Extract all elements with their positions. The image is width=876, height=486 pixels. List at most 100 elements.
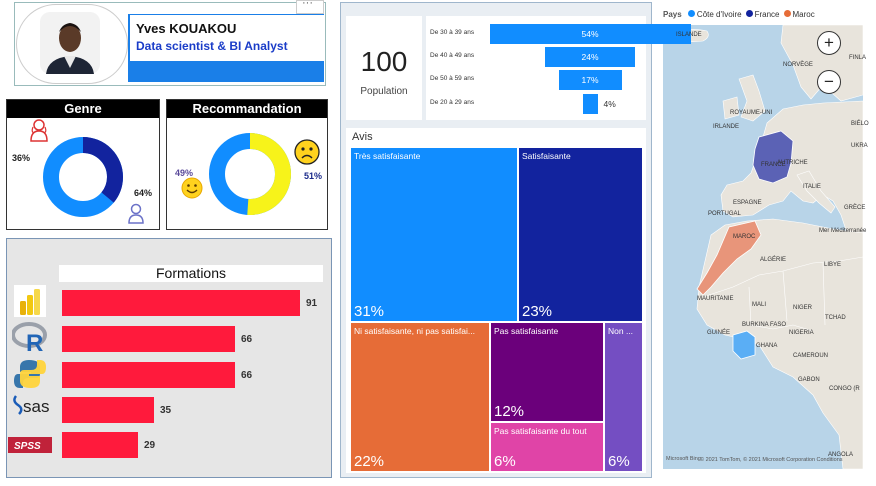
sas-icon: sas bbox=[12, 392, 64, 426]
age-pct-label: 4% bbox=[603, 99, 616, 109]
r-icon: R bbox=[11, 321, 48, 357]
age-bar: 54% bbox=[489, 24, 691, 44]
formation-value-label: 66 bbox=[241, 370, 253, 381]
treemap-cell[interactable]: Non ... 6% bbox=[605, 323, 642, 471]
treemap-label: Pas satisfaisante du tout bbox=[494, 426, 587, 436]
zoom-in-button[interactable]: + bbox=[817, 31, 841, 55]
map-country-label: GUINÉE bbox=[707, 330, 731, 336]
map-country-label: Mer Méditerranée bbox=[819, 228, 867, 234]
legend-dot-icon bbox=[745, 10, 753, 17]
map-country-label: UKRA bbox=[851, 143, 868, 149]
map-legend-item[interactable]: Maroc bbox=[783, 10, 815, 19]
smiley-happy-icon bbox=[181, 177, 203, 199]
powerbi-icon bbox=[12, 285, 48, 319]
map-country-label: FINLA bbox=[849, 55, 867, 61]
male-user-icon bbox=[128, 203, 144, 224]
map-country-label: MAURITANIE bbox=[697, 296, 734, 302]
zoom-out-button[interactable]: − bbox=[817, 70, 841, 94]
map-country-label: IRLANDE bbox=[713, 124, 740, 130]
profile-name: Yves KOUAKOU bbox=[136, 21, 237, 36]
treemap-pct: 23% bbox=[522, 303, 553, 320]
map-legend-label: France bbox=[754, 10, 780, 19]
population-label: Population bbox=[360, 86, 408, 97]
formation-value-label: 29 bbox=[144, 440, 156, 451]
profile-title: Data scientist & BI Analyst bbox=[136, 39, 288, 53]
formation-bar bbox=[62, 290, 300, 316]
formations-title: Formations bbox=[59, 265, 323, 282]
map-country-label: ISLANDE bbox=[676, 32, 702, 38]
genre-pct-female: 36% bbox=[12, 153, 31, 163]
map-legend-item[interactable]: Côte d'Ivoire bbox=[687, 10, 742, 19]
treemap-cell[interactable]: Très satisfaisante 31% bbox=[351, 148, 517, 321]
map-legend-title: Pays bbox=[663, 10, 682, 19]
treemap-cell[interactable]: Pas satisfaisante du tout 6% bbox=[491, 423, 603, 471]
avatar bbox=[40, 12, 100, 74]
map-country-label: MAROC bbox=[733, 234, 756, 240]
age-category-label: De 40 à 49 ans bbox=[430, 52, 475, 59]
map-country-label: GRÈCE bbox=[844, 205, 866, 211]
genre-title: Genre bbox=[7, 100, 159, 118]
map-legend-item[interactable]: France bbox=[745, 10, 780, 19]
formation-value-label: 35 bbox=[160, 405, 172, 416]
treemap-pct: 6% bbox=[608, 453, 630, 470]
map-country-label: PORTUGAL bbox=[708, 211, 741, 217]
treemap-pct: 31% bbox=[354, 303, 385, 320]
map-country-label: LIBYE bbox=[824, 262, 842, 268]
map-country-label: BURKINA FASO bbox=[742, 322, 787, 328]
map-country-label: ROYAUME-UNI bbox=[730, 110, 773, 116]
treemap-pct: 22% bbox=[354, 453, 385, 470]
treemap-label: Très satisfaisante bbox=[354, 151, 421, 161]
legend-dot-icon bbox=[687, 10, 695, 17]
svg-text:SPSS: SPSS bbox=[14, 441, 41, 452]
formation-value-label: 91 bbox=[306, 298, 318, 309]
bing-logo: Microsoft Bing bbox=[666, 456, 701, 462]
map-legend-label: Maroc bbox=[792, 10, 815, 19]
treemap-cell[interactable]: Satisfaisante 23% bbox=[519, 148, 642, 321]
age-bar: 24% bbox=[545, 47, 635, 67]
age-category-label: De 20 à 29 ans bbox=[430, 99, 475, 106]
recommandation-pct-no: 51% bbox=[304, 171, 323, 181]
treemap-label: Pas satisfaisante bbox=[494, 326, 559, 336]
treemap-label: Ni satisfaisante, ni pas satisfai... bbox=[354, 326, 475, 336]
treemap-label: Satisfaisante bbox=[522, 151, 571, 161]
formation-bar bbox=[62, 397, 154, 423]
map-country-label: ALGÉRIE bbox=[760, 257, 787, 263]
map-country-label: AUTRICHE bbox=[777, 160, 808, 166]
svg-text:R: R bbox=[26, 330, 43, 355]
formation-bar bbox=[62, 432, 138, 458]
treemap-label: Non ... bbox=[608, 326, 634, 336]
recommandation-title: Recommandation bbox=[167, 100, 327, 118]
age-category-label: De 30 à 39 ans bbox=[430, 29, 475, 36]
treemap-pct: 12% bbox=[494, 403, 525, 420]
map-country-label: NIGERIA bbox=[789, 330, 814, 336]
population-value: 100 bbox=[360, 46, 408, 77]
genre-pct-male: 64% bbox=[134, 188, 153, 198]
map-country-label: GHANA bbox=[756, 343, 778, 349]
map-country-label: ESPAGNE bbox=[733, 200, 762, 206]
map-country-label: GABON bbox=[798, 377, 820, 383]
formation-bar bbox=[62, 362, 235, 388]
map-country-label: CAMEROUN bbox=[793, 353, 829, 359]
python-icon bbox=[12, 357, 48, 391]
age-category-label: De 50 à 59 ans bbox=[430, 75, 475, 82]
map-country-label: ITALIE bbox=[803, 184, 821, 190]
legend-dot-icon bbox=[783, 10, 791, 17]
map-country-label: CONGO (R bbox=[829, 386, 860, 392]
map-legend-label: Côte d'Ivoire bbox=[696, 10, 742, 19]
avis-title: Avis bbox=[352, 131, 373, 143]
map-country-label: BIÉLO bbox=[851, 121, 869, 127]
map-country-label: NIGER bbox=[793, 305, 813, 311]
treemap-cell[interactable]: Ni satisfaisante, ni pas satisfai... 22% bbox=[351, 323, 489, 471]
map-legend: Pays Côte d'Ivoire France Maroc bbox=[663, 10, 868, 22]
treemap-cell[interactable]: Pas satisfaisante 12% bbox=[491, 323, 603, 421]
formation-bar bbox=[62, 326, 235, 352]
map-country-label: ANGOLA bbox=[828, 452, 854, 458]
female-user-icon bbox=[30, 119, 48, 142]
age-bar bbox=[582, 94, 598, 114]
formation-value-label: 66 bbox=[241, 334, 253, 345]
treemap-pct: 6% bbox=[494, 453, 516, 470]
spss-icon: SPSS bbox=[8, 435, 52, 469]
svg-text:sas: sas bbox=[23, 397, 49, 416]
map-country-label: NORVÈGE bbox=[783, 62, 813, 68]
more-options-button[interactable]: ··· bbox=[296, 0, 324, 14]
